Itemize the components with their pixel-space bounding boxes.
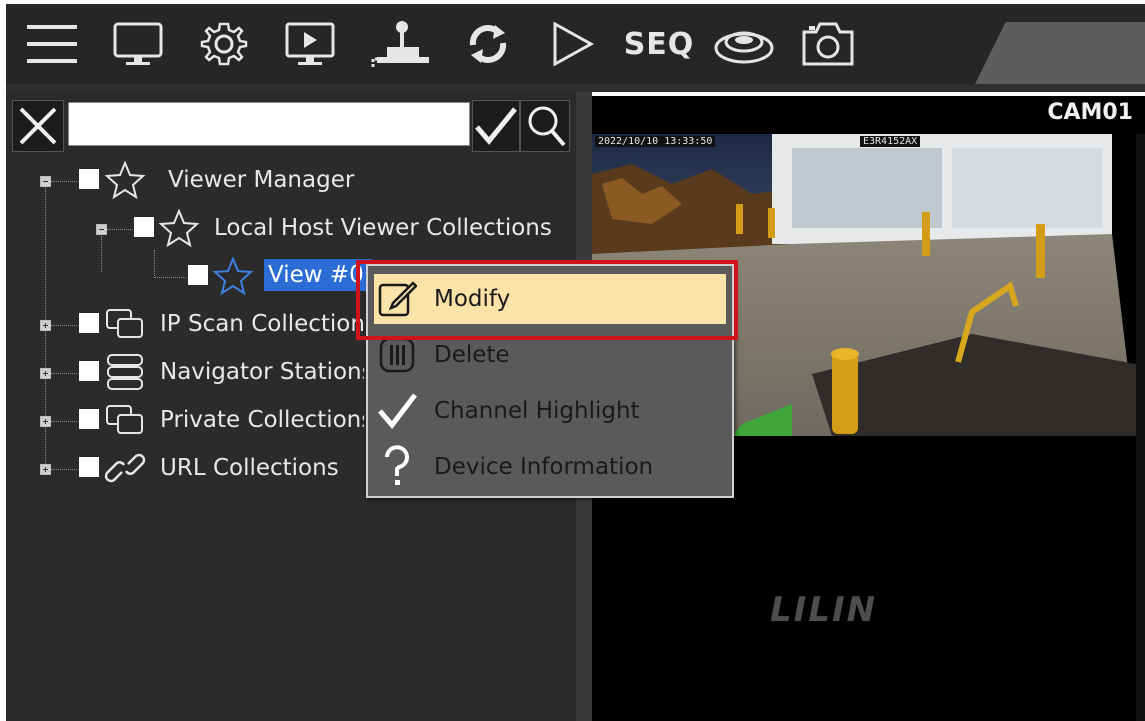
close-icon bbox=[19, 107, 57, 145]
windows-icon bbox=[106, 405, 143, 434]
search-input[interactable] bbox=[68, 102, 470, 146]
expand-toggle[interactable] bbox=[40, 464, 51, 475]
menu-icon[interactable] bbox=[24, 14, 80, 74]
tree-connector bbox=[51, 325, 77, 326]
osd-camera-name: E3R4152AX bbox=[860, 136, 921, 147]
tree-item-label: IP Scan Collections bbox=[160, 311, 364, 337]
menu-item-channel-highlight[interactable]: Channel Highlight bbox=[374, 386, 726, 436]
search-bar bbox=[12, 100, 570, 152]
tree-checkbox[interactable] bbox=[134, 217, 154, 237]
lilin-logo: LILIN bbox=[770, 590, 878, 630]
tree-checkbox[interactable] bbox=[79, 361, 99, 381]
tree-item-label: Viewer Manager bbox=[168, 167, 355, 193]
question-icon bbox=[376, 445, 418, 488]
app-window: SEQ Viewer Manager Local Host Viewer Col… bbox=[0, 0, 1145, 721]
expand-toggle[interactable] bbox=[40, 368, 51, 379]
tree-item-label: URL Collections bbox=[160, 455, 339, 481]
star-icon bbox=[104, 160, 146, 200]
tree-checkbox[interactable] bbox=[188, 265, 208, 285]
tree-checkbox[interactable] bbox=[79, 313, 99, 333]
seq-button[interactable]: SEQ bbox=[618, 14, 700, 74]
menu-item-device-information[interactable]: Device Information bbox=[374, 442, 726, 492]
camera-title: CAM01 bbox=[1047, 100, 1133, 125]
menu-item-label: Channel Highlight bbox=[434, 398, 640, 424]
tree-item-label: Navigator Stations bbox=[160, 359, 364, 385]
annotation-highlight-box bbox=[356, 260, 738, 340]
toolbar: SEQ bbox=[6, 4, 1145, 84]
menu-item-label: Device Information bbox=[434, 454, 654, 480]
tree-checkbox[interactable] bbox=[79, 457, 99, 477]
collapse-toggle[interactable] bbox=[96, 224, 107, 235]
tree-connector bbox=[101, 236, 102, 272]
tree-connector bbox=[51, 181, 77, 182]
refresh-icon[interactable] bbox=[460, 14, 516, 74]
tree-connector bbox=[51, 421, 77, 422]
tree-item-label: Private Collections bbox=[160, 407, 364, 433]
collapse-toggle[interactable] bbox=[40, 176, 51, 187]
osd-timestamp: 2022/10/10 13:33:50 bbox=[595, 136, 716, 147]
tree-connector bbox=[51, 469, 77, 470]
expand-toggle[interactable] bbox=[40, 320, 51, 331]
trash-icon bbox=[376, 334, 418, 376]
star-icon bbox=[212, 256, 254, 296]
tree-connector bbox=[51, 373, 77, 374]
clear-search-button[interactable] bbox=[12, 100, 64, 152]
toolbar-tab-shape bbox=[975, 22, 1145, 84]
ptz-joystick-icon[interactable] bbox=[368, 14, 430, 74]
tree-checkbox[interactable] bbox=[79, 409, 99, 429]
tree-checkbox[interactable] bbox=[79, 169, 99, 189]
disk-icon[interactable] bbox=[712, 14, 776, 74]
toolbar-divider bbox=[6, 84, 1145, 92]
star-icon bbox=[158, 208, 200, 248]
server-stack-icon bbox=[107, 354, 143, 390]
confirm-search-button[interactable] bbox=[472, 100, 520, 152]
tree-connector bbox=[154, 250, 155, 276]
search-button[interactable] bbox=[520, 100, 570, 152]
tree-connector bbox=[107, 229, 133, 230]
checkmark-icon bbox=[475, 107, 517, 145]
snapshot-camera-icon[interactable] bbox=[798, 14, 858, 74]
expand-toggle[interactable] bbox=[40, 416, 51, 427]
windows-icon bbox=[106, 309, 143, 338]
checkmark-icon bbox=[376, 390, 418, 432]
playback-icon[interactable] bbox=[282, 14, 338, 74]
tree-connector bbox=[154, 277, 186, 278]
link-icon bbox=[104, 453, 146, 483]
settings-gear-icon[interactable] bbox=[196, 14, 252, 74]
monitor-icon[interactable] bbox=[110, 14, 166, 74]
video-edge-strip bbox=[1136, 134, 1145, 721]
search-icon bbox=[528, 106, 566, 147]
play-icon[interactable] bbox=[546, 14, 598, 74]
tree-item-label: Local Host Viewer Collections bbox=[214, 215, 552, 241]
